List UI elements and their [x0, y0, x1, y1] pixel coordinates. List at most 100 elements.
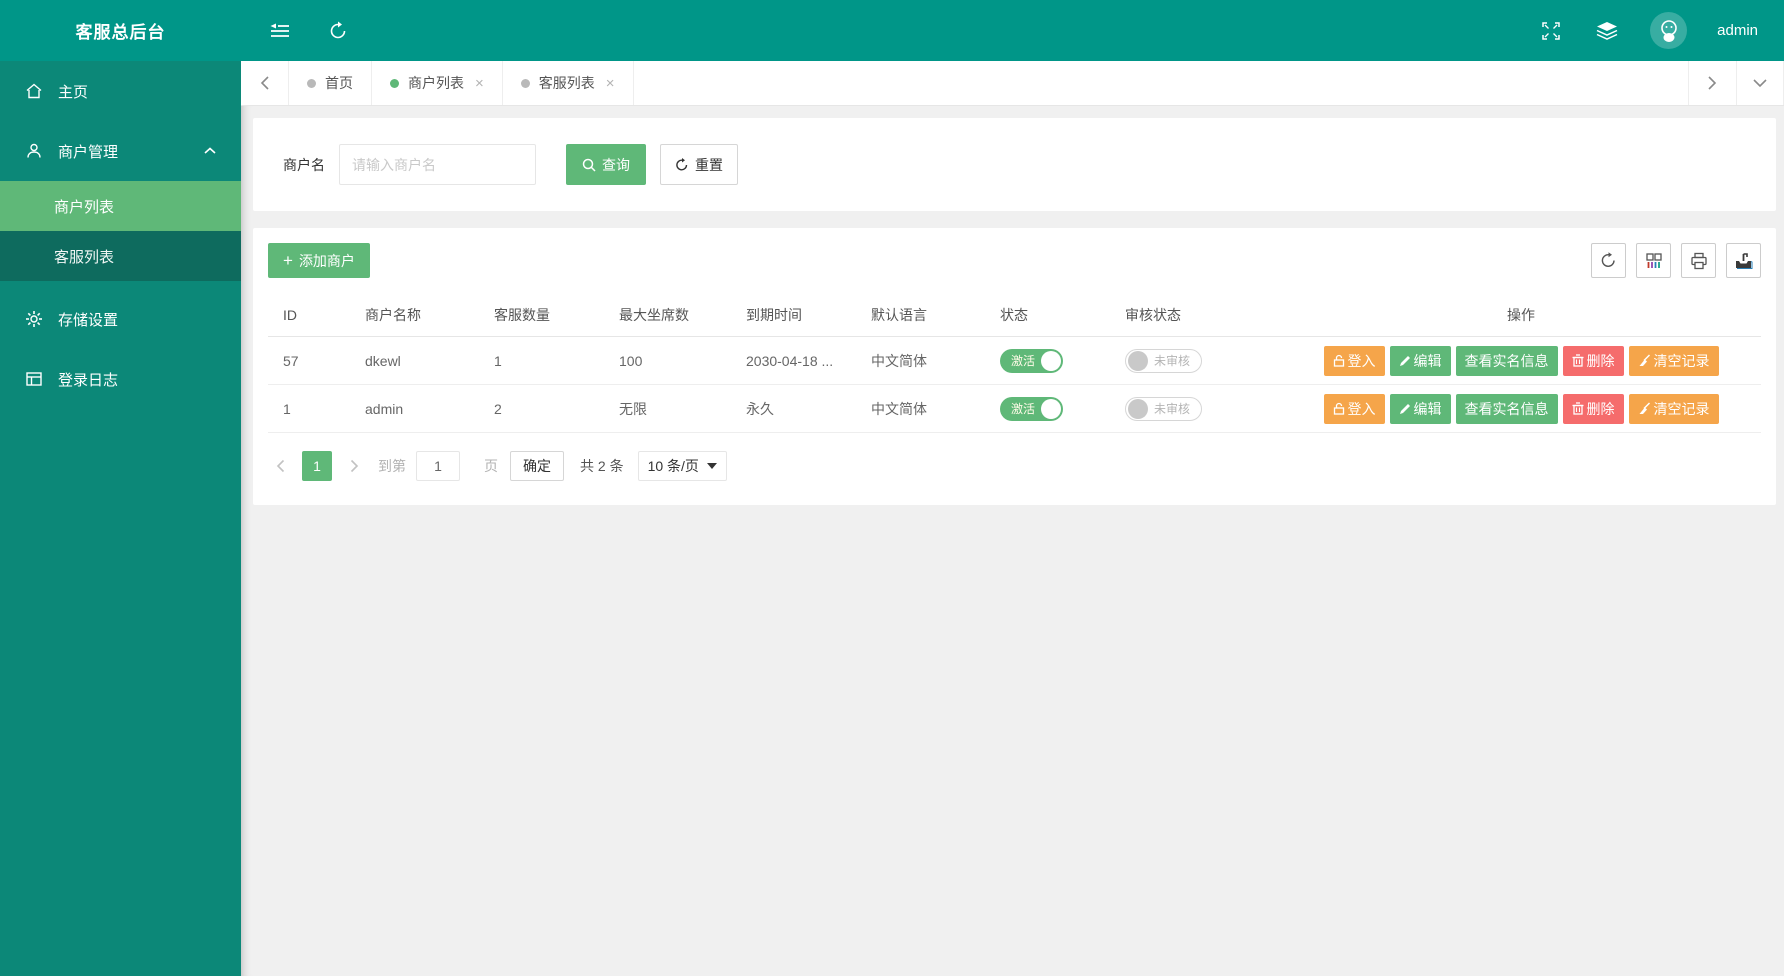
current-user[interactable]: admin	[1717, 22, 1758, 39]
table-export-button[interactable]	[1726, 243, 1761, 278]
delete-button[interactable]: 删除	[1562, 393, 1624, 424]
add-merchant-button[interactable]: + 添加商户	[268, 243, 370, 278]
avatar[interactable]	[1650, 12, 1688, 49]
unlock-icon	[1333, 402, 1345, 415]
audit-toggle-off[interactable]: 未审核	[1125, 396, 1203, 421]
delete-button[interactable]: 删除	[1562, 345, 1624, 376]
column-header-id: ID	[268, 294, 350, 337]
edit-button[interactable]: 编辑	[1389, 345, 1451, 376]
tab-merchant-list[interactable]: 商户列表 ×	[372, 61, 503, 105]
tab-status-dot	[307, 78, 316, 88]
next-page-button[interactable]	[344, 459, 364, 473]
cell-id: 1	[268, 384, 350, 433]
plus-icon: +	[283, 251, 293, 270]
sidebar: 客服总后台 主页 商户管理 商户列表 客服列表 存储设置 登录日志	[0, 0, 241, 976]
column-header-agents: 客服数量	[479, 294, 604, 337]
sidebar-item-storage[interactable]: 存储设置	[0, 289, 241, 349]
sidebar-item-login-log[interactable]: 登录日志	[0, 349, 241, 409]
tabbar: 首页 商户列表 × 客服列表 ×	[241, 61, 1784, 106]
view-realname-label: 查看实名信息	[1464, 400, 1549, 417]
view-realname-button[interactable]: 查看实名信息	[1455, 393, 1558, 424]
table-row: 1 admin 2 无限 永久 中文简体 激活 未审核 登入 编辑 查看实名信息…	[268, 384, 1761, 433]
sidebar-item-merchant-mgmt[interactable]: 商户管理	[0, 121, 241, 181]
merchant-name-label: 商户名	[283, 156, 325, 173]
column-header-lang: 默认语言	[856, 294, 985, 337]
confirm-page-button[interactable]: 确定	[510, 451, 564, 481]
toggle-knob	[1041, 350, 1062, 371]
table-print-button[interactable]	[1681, 243, 1716, 278]
edit-button-label: 编辑	[1413, 400, 1442, 417]
edit-button[interactable]: 编辑	[1389, 393, 1451, 424]
pagination: 1 到第 页 确定 共 2 条 10 条/页	[270, 451, 1761, 481]
sidebar-item-label: 客服列表	[54, 248, 115, 266]
column-header-expire: 到期时间	[731, 294, 856, 337]
query-button[interactable]: 查询	[566, 144, 646, 185]
caret-down-icon	[706, 463, 717, 469]
sidebar-item-merchant-list[interactable]: 商户列表	[0, 181, 241, 231]
cell-lang: 中文简体	[856, 336, 985, 385]
gear-icon	[24, 309, 44, 329]
clear-records-label: 清空记录	[1653, 400, 1710, 417]
status-toggle-on[interactable]: 激活	[1000, 348, 1064, 373]
table-refresh-button[interactable]	[1591, 243, 1626, 278]
cell-expire: 永久	[731, 384, 856, 433]
audit-toggle-off[interactable]: 未审核	[1125, 348, 1203, 373]
tab-label: 首页	[325, 75, 353, 91]
sidebar-item-label: 登录日志	[58, 371, 119, 389]
clear-records-button[interactable]: 清空记录	[1628, 393, 1719, 424]
page-size-select[interactable]: 10 条/页	[637, 451, 727, 481]
tab-service-list[interactable]: 客服列表 ×	[503, 61, 634, 105]
fullscreen-icon[interactable]	[1538, 18, 1564, 44]
cell-lang: 中文简体	[856, 384, 985, 433]
tabs-scroll-right-button[interactable]	[1688, 61, 1736, 105]
main-column: admin 首页 商户列表 × 客服列表 × 商户名 请输入商户名 查询 重置 …	[241, 0, 1784, 976]
sidebar-item-label: 商户列表	[54, 198, 115, 216]
delete-button-label: 删除	[1586, 400, 1615, 417]
prev-page-button[interactable]	[270, 459, 290, 473]
reset-button-label: 重置	[695, 156, 723, 173]
view-realname-label: 查看实名信息	[1464, 352, 1549, 369]
collapse-sidebar-icon[interactable]	[267, 18, 293, 44]
goto-page-input[interactable]	[416, 451, 460, 481]
sidebar-item-home[interactable]: 主页	[0, 61, 241, 121]
home-icon	[24, 81, 44, 101]
view-realname-button[interactable]: 查看实名信息	[1455, 345, 1558, 376]
tab-home[interactable]: 首页	[289, 61, 372, 105]
pencil-icon	[1399, 403, 1411, 415]
table-columns-filter-button[interactable]	[1636, 243, 1671, 278]
tabs-menu-button[interactable]	[1736, 61, 1784, 105]
login-button[interactable]: 登入	[1323, 345, 1385, 376]
tabs-scroll-left-button[interactable]	[241, 61, 289, 105]
trash-icon	[1572, 402, 1584, 415]
login-button[interactable]: 登入	[1323, 393, 1385, 424]
table-toolbar: + 添加商户	[268, 243, 1761, 278]
chevron-left-icon	[259, 75, 270, 91]
chevron-up-icon	[203, 146, 217, 156]
broom-icon	[1638, 402, 1651, 415]
table-card: + 添加商户 ID 商户名称 客服数量 最大坐席数 到期时间 默认语言 状态 审…	[253, 228, 1776, 505]
merchant-name-input[interactable]	[339, 144, 536, 185]
export-icon	[1734, 252, 1753, 270]
chevron-right-icon	[1707, 75, 1718, 91]
refresh-icon	[1600, 252, 1617, 269]
page-size-value: 10 条/页	[647, 458, 699, 474]
tab-close-icon[interactable]: ×	[604, 75, 615, 92]
row-actions: 登入 编辑 查看实名信息 删除 清空记录	[1296, 345, 1746, 376]
sidebar-item-service-list[interactable]: 客服列表	[0, 231, 241, 281]
column-header-actions: 操作	[1281, 294, 1761, 337]
tab-status-dot	[520, 78, 530, 88]
reset-button[interactable]: 重置	[660, 144, 738, 185]
tab-close-icon[interactable]: ×	[473, 75, 484, 92]
table-header-row: ID 商户名称 客服数量 最大坐席数 到期时间 默认语言 状态 审核状态 操作	[268, 294, 1761, 337]
clear-records-button[interactable]: 清空记录	[1628, 345, 1719, 376]
page-number-current[interactable]: 1	[302, 451, 332, 481]
confirm-page-label: 确定	[523, 458, 551, 474]
unlock-icon	[1333, 354, 1345, 367]
cell-seats: 100	[604, 336, 731, 385]
status-toggle-on[interactable]: 激活	[1000, 396, 1064, 421]
refresh-page-icon[interactable]	[325, 18, 351, 44]
row-actions: 登入 编辑 查看实名信息 删除 清空记录	[1296, 393, 1746, 424]
layers-icon[interactable]	[1594, 18, 1620, 44]
tab-label: 客服列表	[538, 75, 595, 91]
cell-agents: 1	[479, 336, 604, 385]
